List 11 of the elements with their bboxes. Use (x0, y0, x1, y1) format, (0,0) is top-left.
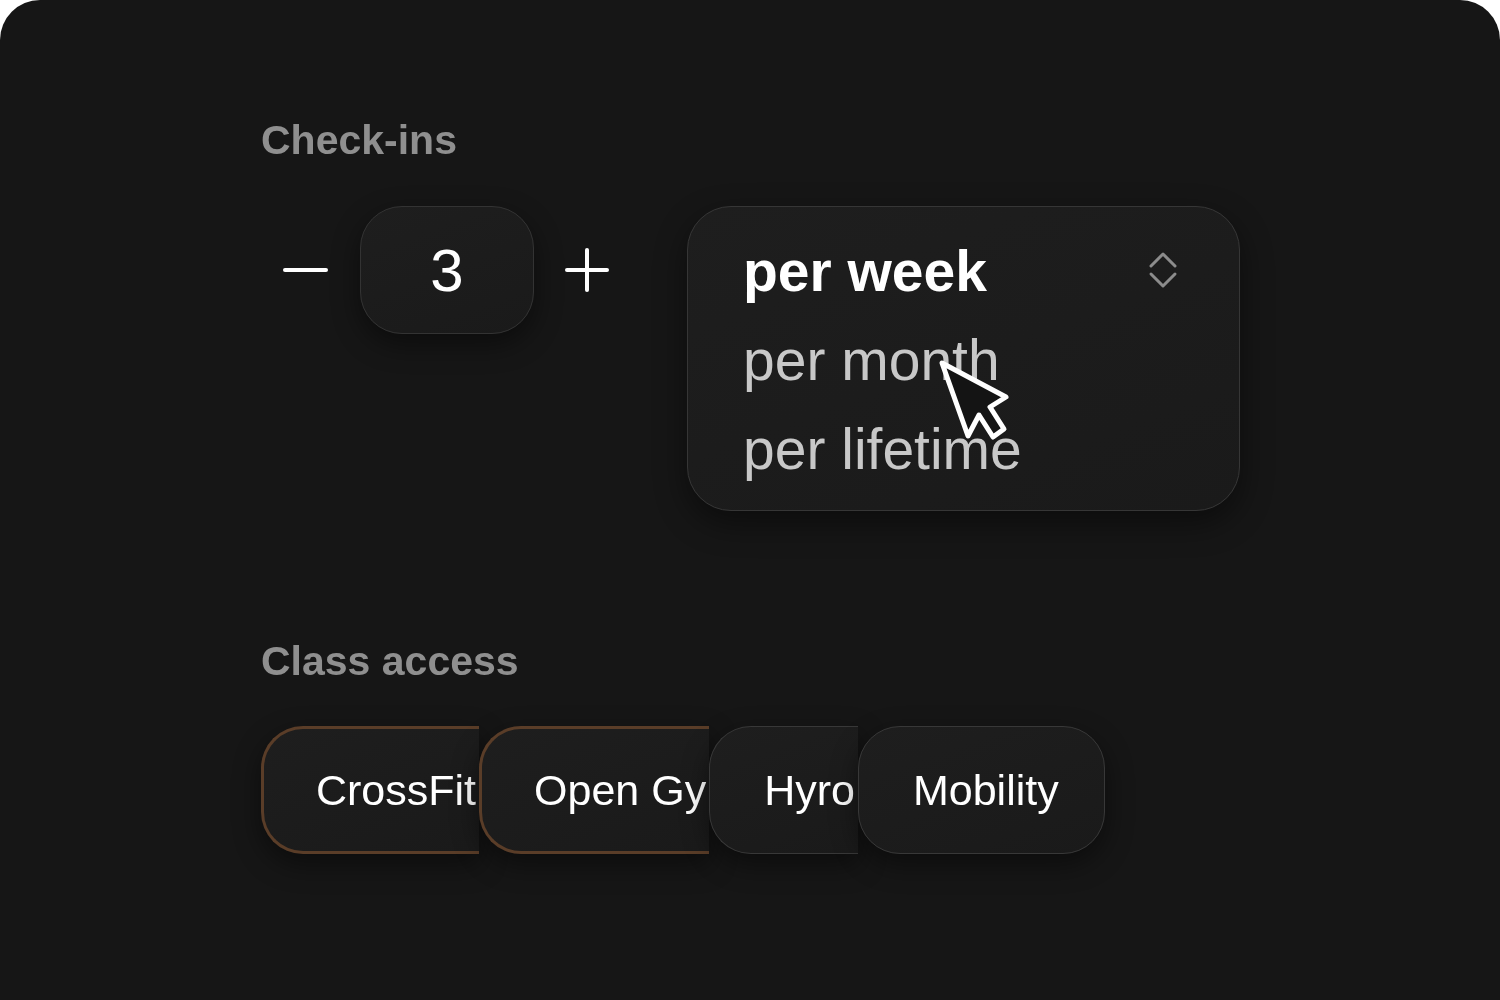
dropdown-option[interactable]: per week (743, 227, 987, 316)
class-chip[interactable]: Mobility (857, 726, 1105, 854)
count-field[interactable]: 3 (360, 206, 534, 334)
class-chip[interactable]: Open Gy (479, 726, 710, 854)
section-label: Check-ins (261, 120, 457, 161)
plus-icon (565, 248, 609, 292)
section-label: Class access (261, 641, 519, 682)
dropdown-option[interactable]: per lifetime (743, 405, 1022, 494)
class-chip[interactable]: CrossFit (261, 726, 480, 854)
class-chip[interactable]: Hyro (709, 726, 858, 854)
minus-icon (283, 267, 328, 273)
